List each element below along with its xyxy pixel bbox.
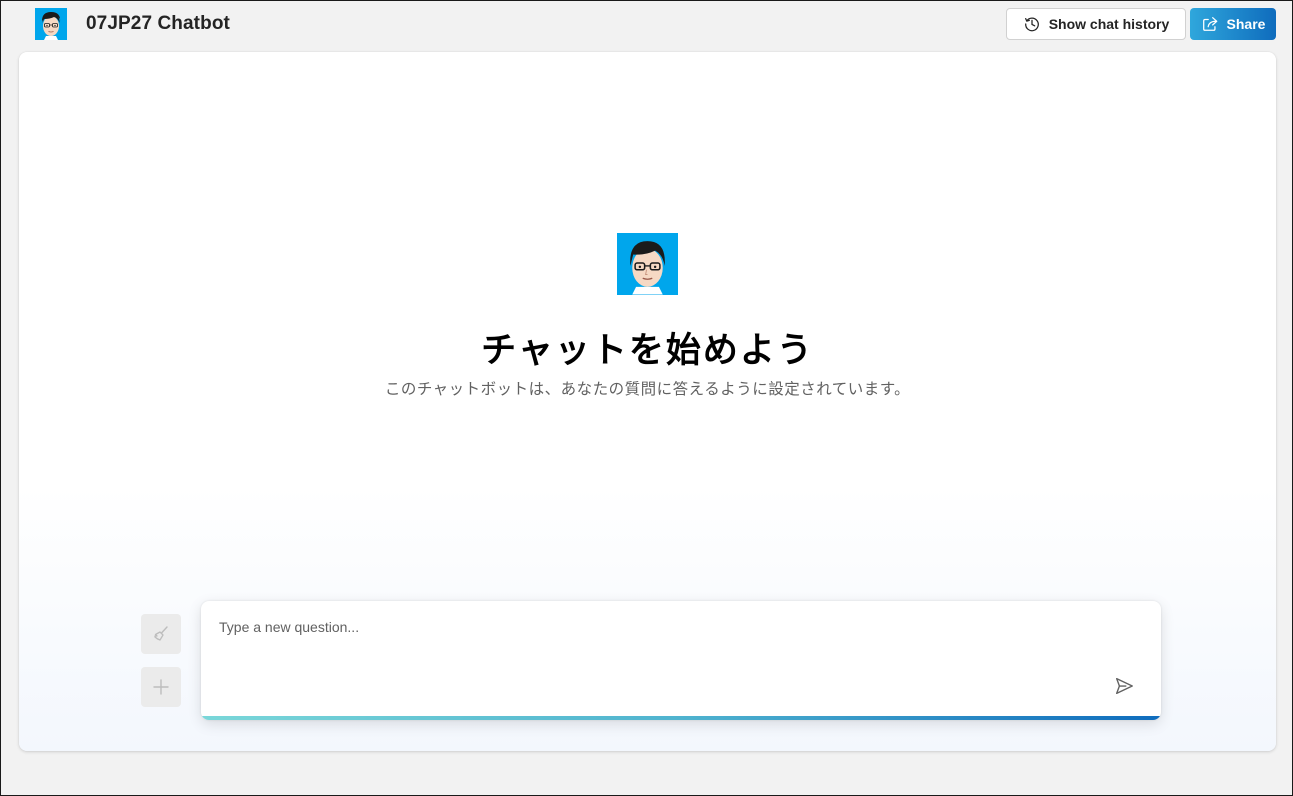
share-icon <box>1202 17 1217 31</box>
new-chat-button[interactable] <box>141 667 181 707</box>
chat-panel: チャットを始めよう このチャットボットは、あなたの質問に答えるように設定されてい… <box>19 52 1276 751</box>
share-button[interactable]: Share <box>1190 8 1276 40</box>
history-icon <box>1024 17 1039 32</box>
send-button[interactable] <box>1111 673 1137 699</box>
user-avatar-icon <box>35 8 67 40</box>
show-chat-history-label: Show chat history <box>1048 16 1170 32</box>
send-icon <box>1115 677 1133 695</box>
app-title: 07JP27 Chatbot <box>86 13 230 34</box>
broom-icon <box>154 626 168 641</box>
app-header: 07JP27 Chatbot Show chat history Share <box>0 0 1293 48</box>
show-chat-history-button[interactable]: Show chat history <box>1006 8 1186 40</box>
question-composer <box>201 601 1161 720</box>
welcome-subtitle: このチャットボットは、あなたの質問に答えるように設定されています。 <box>384 381 911 398</box>
welcome-title: チャットを始めよう <box>481 331 814 370</box>
question-input[interactable] <box>219 615 1099 639</box>
share-label: Share <box>1226 16 1266 32</box>
clear-chat-button[interactable] <box>141 614 181 654</box>
plus-icon <box>153 679 169 695</box>
input-accent-bar <box>201 716 1161 720</box>
user-avatar-icon <box>617 233 678 295</box>
